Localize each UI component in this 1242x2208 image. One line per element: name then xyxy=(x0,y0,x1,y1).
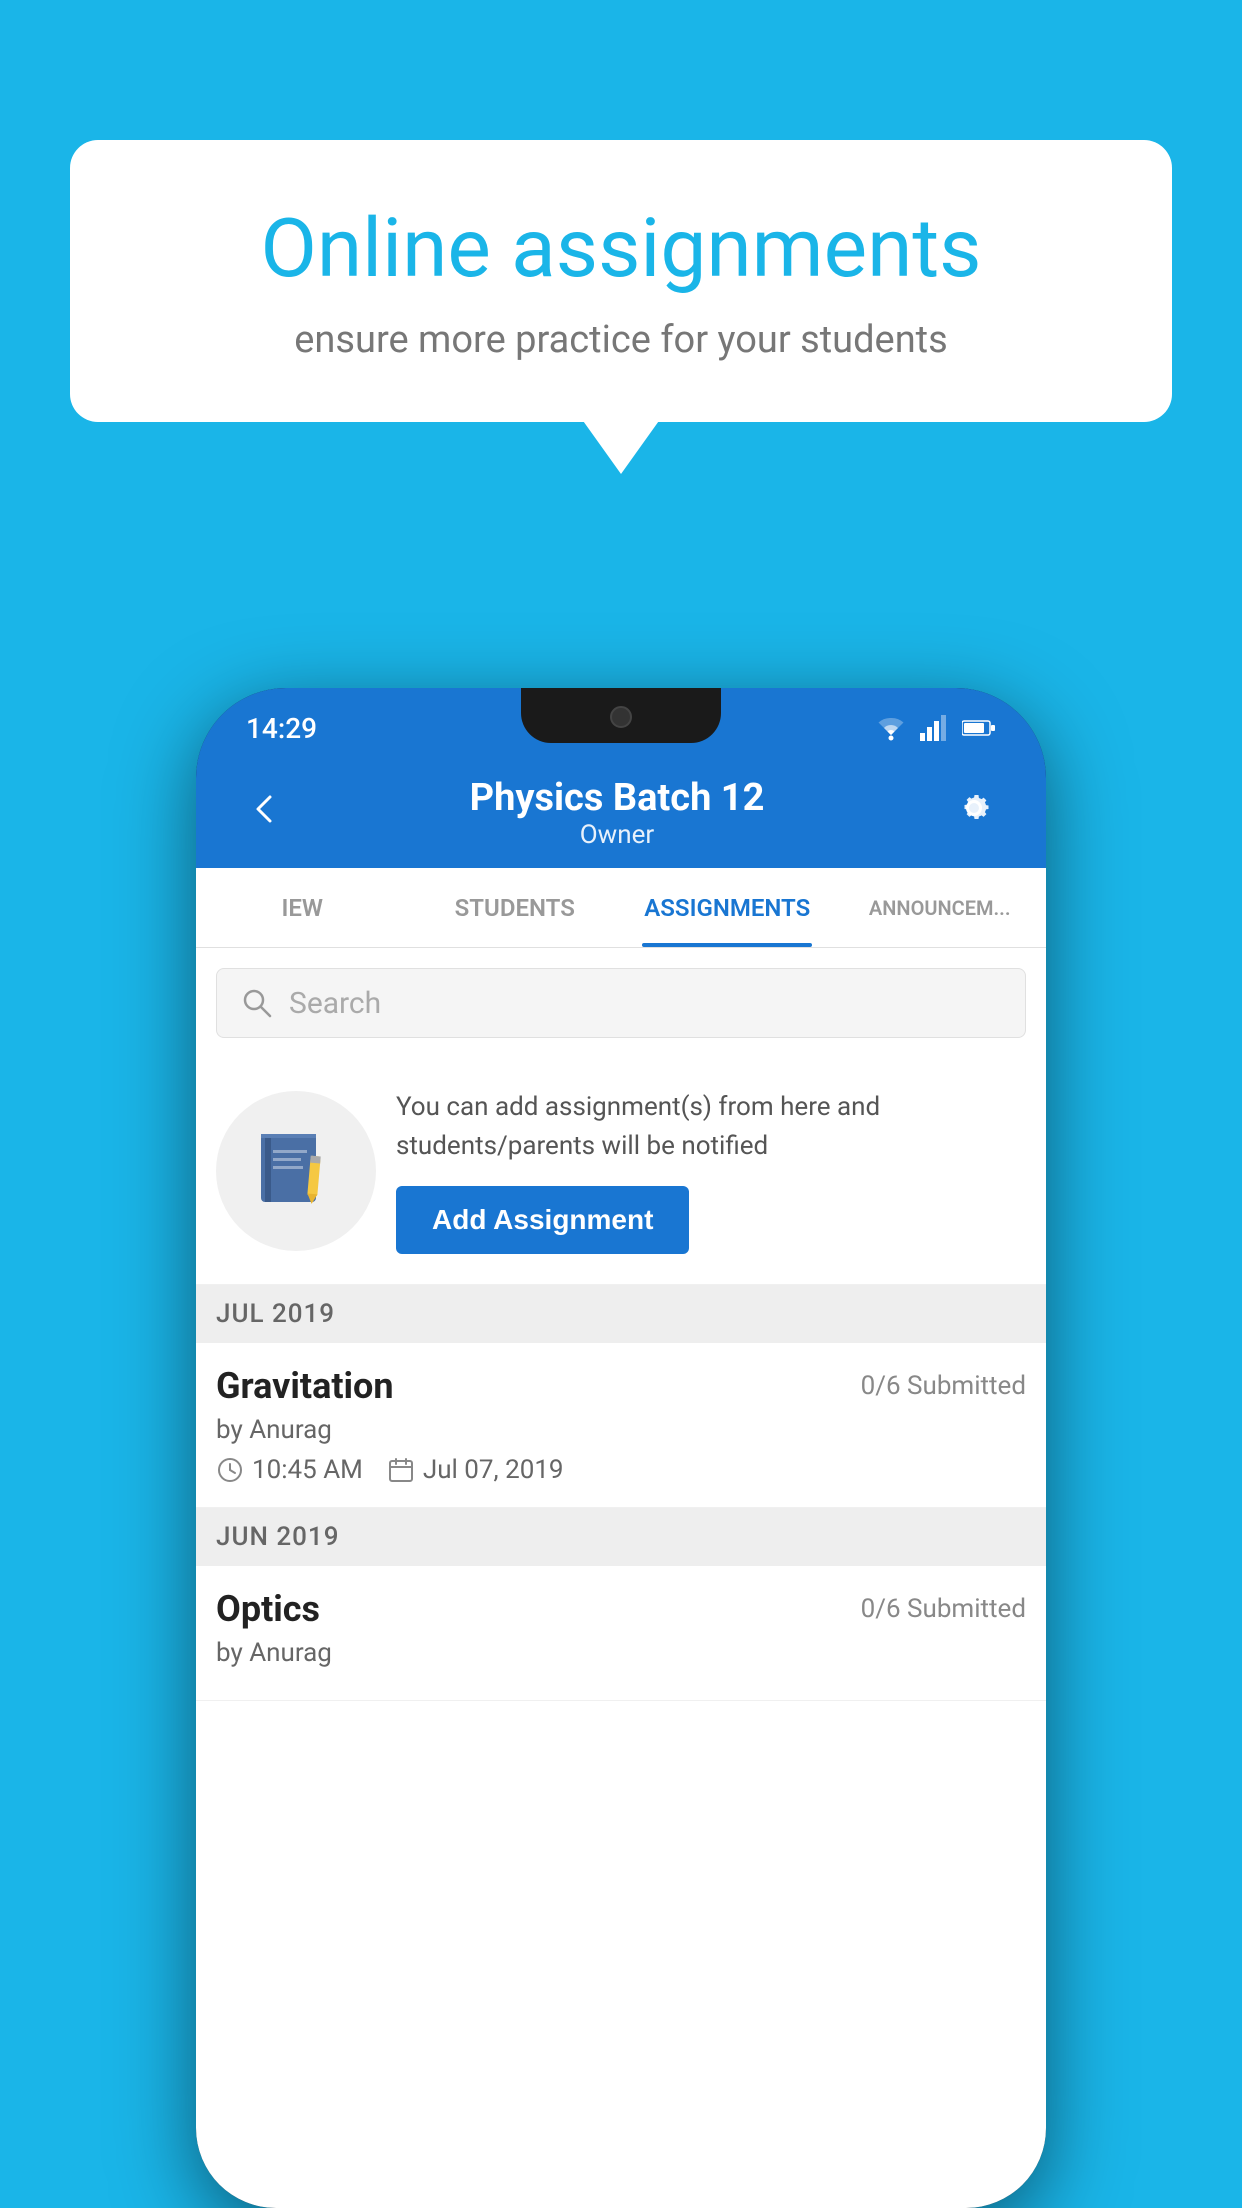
promo-icon-circle xyxy=(216,1091,376,1251)
status-time: 14:29 xyxy=(246,712,317,745)
month-header-jul: JUL 2019 xyxy=(196,1285,1046,1343)
tab-iew-label: IEW xyxy=(281,894,323,922)
calendar-icon xyxy=(387,1456,415,1484)
assignment-item-optics[interactable]: Optics 0/6 Submitted by Anurag xyxy=(196,1566,1046,1701)
screen-content: Search xyxy=(196,948,1046,2208)
assignment-meta-gravitation: 10:45 AM Jul 07, 2019 xyxy=(216,1455,1026,1485)
month-label-jun: JUN 2019 xyxy=(216,1522,339,1552)
tabs-bar: IEW STUDENTS ASSIGNMENTS ANNOUNCEM... xyxy=(196,868,1046,948)
time-label-gravitation: 10:45 AM xyxy=(252,1455,363,1485)
app-bar-center: Physics Batch 12 Owner xyxy=(470,776,765,850)
assignment-date-gravitation: Jul 07, 2019 xyxy=(387,1455,564,1485)
tab-announcements-label: ANNOUNCEM... xyxy=(869,896,1011,920)
notebook-icon xyxy=(251,1126,341,1216)
bubble-subtitle: ensure more practice for your students xyxy=(150,318,1092,362)
camera xyxy=(610,706,632,728)
clock-icon xyxy=(216,1456,244,1484)
date-label-gravitation: Jul 07, 2019 xyxy=(423,1455,564,1485)
speech-bubble-container: Online assignments ensure more practice … xyxy=(70,140,1172,422)
promo-text-area: You can add assignment(s) from here and … xyxy=(396,1088,1026,1254)
add-assignment-button[interactable]: Add Assignment xyxy=(396,1186,689,1254)
search-icon xyxy=(241,987,273,1019)
wifi-icon xyxy=(874,715,908,741)
month-label-jul: JUL 2019 xyxy=(216,1299,335,1329)
assignment-submitted-optics: 0/6 Submitted xyxy=(861,1594,1026,1624)
speech-bubble: Online assignments ensure more practice … xyxy=(70,140,1172,422)
battery-icon xyxy=(962,718,996,738)
tab-assignments-label: ASSIGNMENTS xyxy=(644,894,810,922)
app-bar: Physics Batch 12 Owner xyxy=(196,758,1046,868)
app-bar-title: Physics Batch 12 xyxy=(470,776,765,820)
phone-frame: 14:29 xyxy=(196,688,1046,2208)
status-icons xyxy=(874,715,996,741)
assignment-author-optics: by Anurag xyxy=(216,1638,1026,1668)
tab-assignments[interactable]: ASSIGNMENTS xyxy=(621,868,834,947)
assignment-name-gravitation: Gravitation xyxy=(216,1365,394,1407)
assignment-author-gravitation: by Anurag xyxy=(216,1415,1026,1445)
tab-iew[interactable]: IEW xyxy=(196,868,409,947)
assignment-submitted-gravitation: 0/6 Submitted xyxy=(861,1371,1026,1401)
notch xyxy=(521,688,721,743)
promo-description: You can add assignment(s) from here and … xyxy=(396,1088,1026,1166)
assignment-name-optics: Optics xyxy=(216,1588,320,1630)
tab-announcements[interactable]: ANNOUNCEM... xyxy=(834,868,1047,947)
tab-students-label: STUDENTS xyxy=(455,894,575,922)
assignment-row1-optics: Optics 0/6 Submitted xyxy=(216,1588,1026,1630)
signal-icon xyxy=(920,715,950,741)
settings-button[interactable] xyxy=(942,776,1006,850)
promo-section: You can add assignment(s) from here and … xyxy=(196,1058,1046,1285)
bubble-title: Online assignments xyxy=(150,200,1092,298)
tab-students[interactable]: STUDENTS xyxy=(409,868,622,947)
assignment-time-gravitation: 10:45 AM xyxy=(216,1455,363,1485)
assignment-item-gravitation[interactable]: Gravitation 0/6 Submitted by Anurag 10:4… xyxy=(196,1343,1046,1508)
assignment-row1: Gravitation 0/6 Submitted xyxy=(216,1365,1026,1407)
app-bar-subtitle: Owner xyxy=(470,820,765,850)
search-placeholder: Search xyxy=(289,986,381,1021)
month-header-jun: JUN 2019 xyxy=(196,1508,1046,1566)
search-bar[interactable]: Search xyxy=(216,968,1026,1038)
back-button[interactable] xyxy=(236,780,292,847)
